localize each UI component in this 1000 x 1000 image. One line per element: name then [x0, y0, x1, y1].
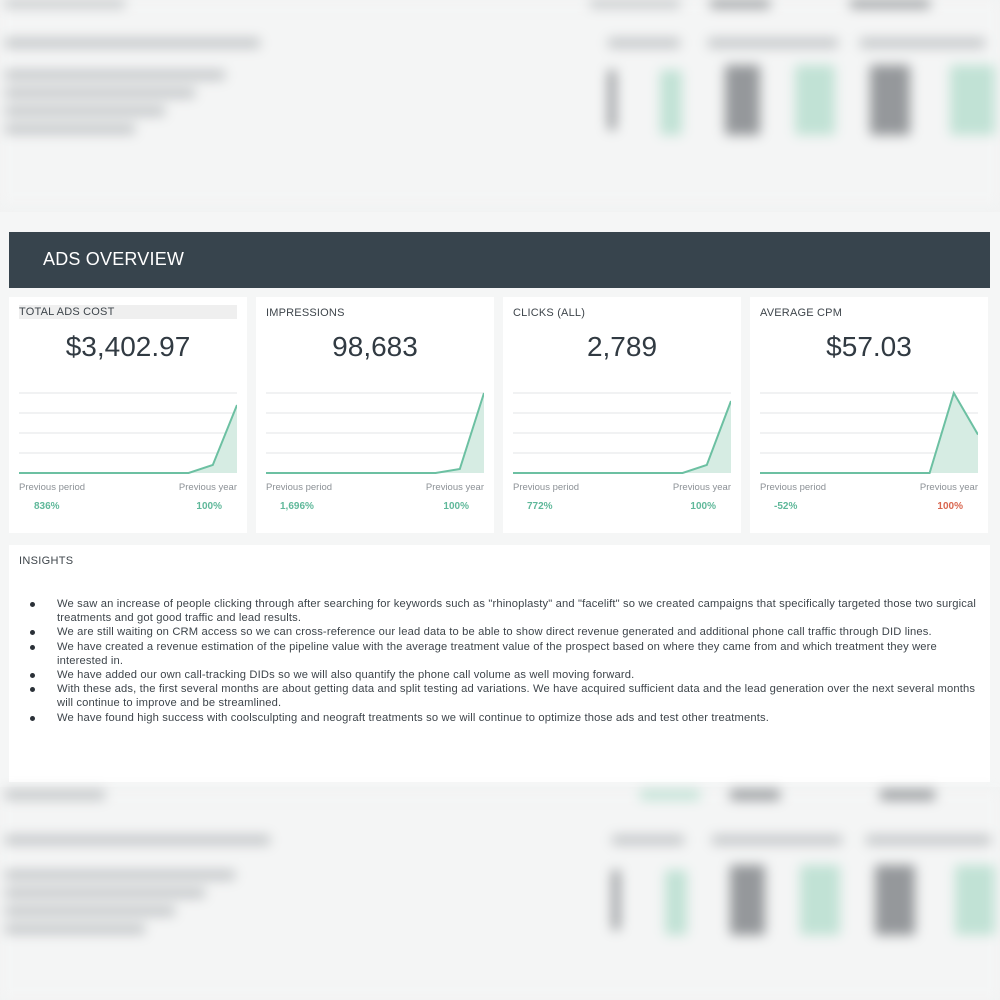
bullet-icon	[30, 715, 35, 721]
previous-period-change: 772%	[527, 501, 553, 512]
metric-label: IMPRESSIONS	[266, 307, 345, 319]
sparkline-chart	[760, 390, 978, 474]
insight-item: We have found high success with coolscul…	[27, 711, 977, 725]
insight-item: We saw an increase of people clicking th…	[27, 597, 977, 625]
previous-period-change: 1,696%	[280, 501, 314, 512]
metric-value: $57.03	[826, 331, 912, 362]
bullet-icon	[30, 644, 35, 650]
previous-year-label: Previous year	[919, 482, 978, 493]
metric-card-impressions[interactable]: IMPRESSIONS 98,683 Previous period Previ…	[256, 297, 494, 533]
metric-value: $3,402.97	[65, 331, 191, 362]
sparkline-chart	[513, 392, 731, 474]
insights-panel: INSIGHTS We saw an increase of people cl…	[9, 545, 990, 782]
metric-card-average-cpm[interactable]: AVERAGE CPM $57.03 Previous period Previ…	[750, 297, 988, 533]
previous-year-change: 100%	[196, 501, 222, 512]
insight-item: We are still waiting on CRM access so we…	[27, 625, 977, 639]
previous-period-change: 836%	[34, 501, 60, 512]
ads-overview-header: ADS OVERVIEW	[9, 232, 990, 288]
blurred-background-bottom	[0, 790, 1000, 1000]
metric-label: TOTAL ADS COST	[19, 305, 237, 319]
previous-year-label: Previous year	[178, 482, 237, 493]
metric-value: 98,683	[332, 331, 418, 362]
insight-text: We have added our own call-tracking DIDs…	[57, 669, 635, 682]
previous-year-change: 100%	[443, 501, 469, 512]
insight-item: We have created a revenue estimation of …	[27, 640, 977, 668]
insight-text: We are still waiting on CRM access so we…	[57, 626, 932, 639]
previous-period-label: Previous period	[513, 482, 580, 493]
metric-label: AVERAGE CPM	[760, 307, 843, 319]
insight-text: We saw an increase of people clicking th…	[57, 598, 977, 625]
metric-value: 2,789	[586, 331, 658, 362]
bullet-icon	[30, 630, 35, 636]
insight-text: With these ads, the first several months…	[57, 683, 976, 710]
sparkline-line	[19, 404, 237, 474]
ads-overview-dashboard: ADS OVERVIEW TOTAL ADS COST $3,402.97 Pr…	[0, 212, 1000, 787]
insight-text: We have created a revenue estimation of …	[57, 640, 937, 667]
previous-period-label: Previous period	[266, 482, 333, 493]
bullet-icon	[30, 687, 35, 693]
bullet-icon	[30, 673, 35, 679]
sparkline-area	[513, 401, 731, 473]
metric-card-total-ads-cost[interactable]: TOTAL ADS COST $3,402.97 Previous period…	[9, 297, 247, 533]
sparkline-line	[513, 400, 731, 474]
sparkline-area	[19, 405, 237, 473]
previous-year-label: Previous year	[425, 482, 484, 493]
insight-text: We have found high success with coolscul…	[57, 711, 770, 724]
insights-title: INSIGHTS	[19, 555, 74, 567]
section-title: ADS OVERVIEW	[43, 249, 185, 269]
previous-year-change: 100%	[690, 501, 716, 512]
sparkline-chart	[266, 392, 484, 474]
previous-period-change: -52%	[774, 501, 798, 512]
sparkline-chart	[19, 392, 237, 474]
metric-label: CLICKS (ALL)	[513, 307, 586, 319]
metric-card-clicks[interactable]: CLICKS (ALL) 2,789 Previous period Previ…	[503, 297, 741, 533]
previous-period-label: Previous period	[19, 482, 86, 493]
previous-period-label: Previous period	[760, 482, 827, 493]
insight-item: We have added our own call-tracking DIDs…	[27, 668, 977, 682]
bullet-icon	[30, 602, 35, 607]
insight-item: With these ads, the first several months…	[27, 682, 977, 710]
blurred-background-top	[0, 0, 1000, 205]
previous-year-change: 100%	[937, 501, 963, 512]
previous-year-label: Previous year	[672, 482, 731, 493]
insights-list: We saw an increase of people clicking th…	[27, 597, 977, 725]
